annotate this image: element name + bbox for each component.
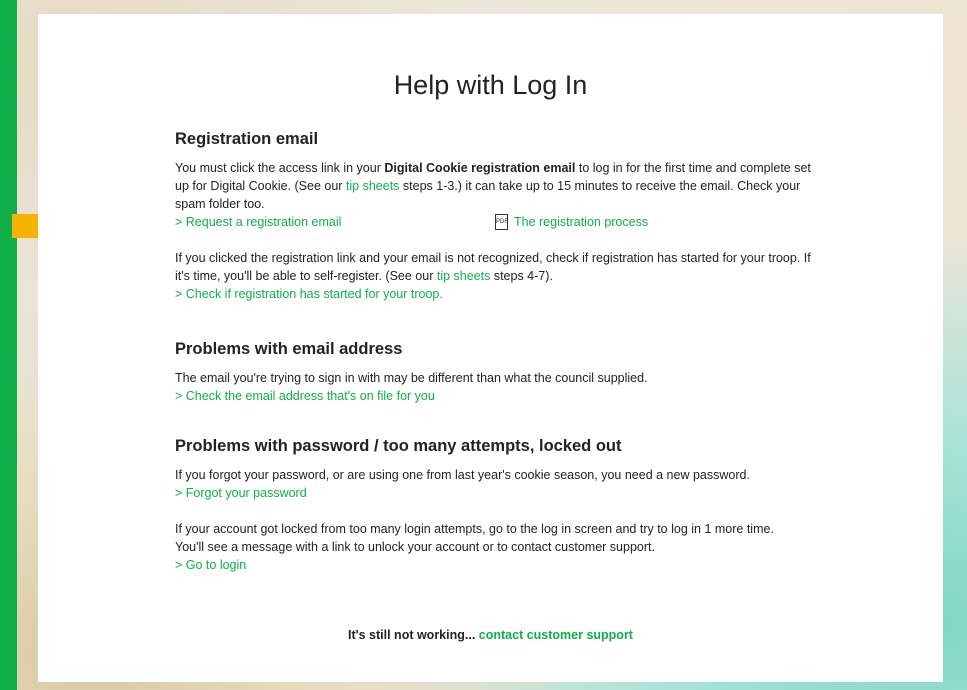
password-problems-paragraph-1: If you forgot your password, or are usin… bbox=[175, 468, 750, 482]
page-title: Help with Log In bbox=[393, 70, 588, 100]
registration-text-e: steps 4-7). bbox=[490, 269, 553, 283]
registration-paragraph-2: If you clicked the registration link and… bbox=[175, 249, 815, 285]
registration-section: Registration email You must click the ac… bbox=[175, 130, 815, 303]
registration-process-label: The registration process bbox=[514, 215, 649, 229]
email-problems-heading: Problems with email address bbox=[175, 340, 403, 358]
go-to-login-link[interactable]: > Go to login bbox=[175, 556, 815, 574]
forgot-password-link[interactable]: > Forgot your password bbox=[175, 484, 815, 502]
check-email-on-file-link[interactable]: > Check the email address that's on file… bbox=[175, 387, 815, 405]
tip-sheets-link-1[interactable]: tip sheets bbox=[346, 179, 400, 193]
registration-email-bold: Digital Cookie registration email bbox=[384, 161, 576, 175]
check-registration-link[interactable]: > Check if registration has started for … bbox=[175, 285, 815, 303]
help-card: Help with Log In Registration email You … bbox=[38, 14, 943, 682]
email-problems-paragraph: The email you're trying to sign in with … bbox=[175, 371, 648, 385]
footer-text: It's still not working... bbox=[348, 628, 479, 642]
registration-links-row: > Request a registration email PDF The r… bbox=[175, 213, 815, 231]
registration-paragraph-1: You must click the access link in your D… bbox=[175, 159, 815, 213]
registration-heading: Registration email bbox=[175, 130, 319, 148]
footer: It's still not working... contact custom… bbox=[38, 628, 943, 642]
tip-sheets-link-2[interactable]: tip sheets bbox=[437, 269, 491, 283]
registration-process-link[interactable]: PDF The registration process bbox=[495, 213, 648, 231]
email-problems-section: Problems with email address The email yo… bbox=[175, 340, 815, 405]
password-problems-heading: Problems with password / too many attemp… bbox=[175, 437, 622, 455]
contact-customer-support-link[interactable]: contact customer support bbox=[479, 628, 633, 642]
password-problems-paragraph-2: If your account got locked from too many… bbox=[175, 522, 774, 554]
request-registration-email-link[interactable]: > Request a registration email bbox=[175, 215, 341, 229]
registration-text-a: You must click the access link in your bbox=[175, 161, 385, 175]
password-problems-section: Problems with password / too many attemp… bbox=[175, 437, 815, 574]
pdf-file-icon: PDF bbox=[495, 214, 508, 230]
